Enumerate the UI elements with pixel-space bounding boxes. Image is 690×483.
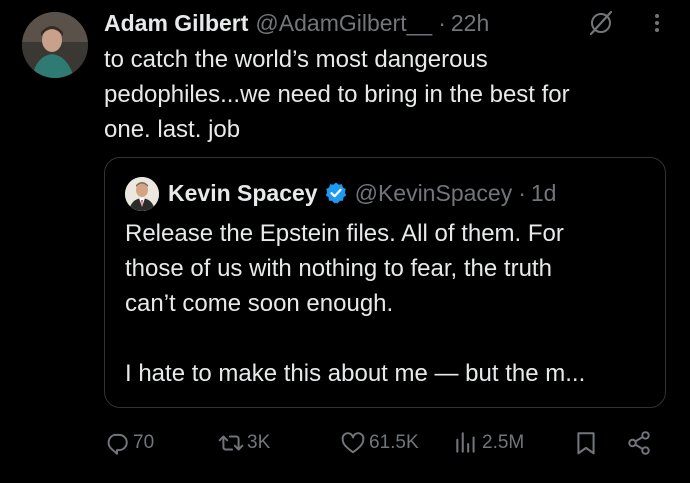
verified-badge-icon <box>324 181 348 205</box>
views-button[interactable]: 2.5M <box>453 424 524 462</box>
bookmark-icon <box>577 432 595 455</box>
author-name[interactable]: Adam Gilbert <box>104 10 248 37</box>
tweet-text-line: one. last. job <box>104 116 241 143</box>
quoted-author-avatar[interactable] <box>125 177 159 211</box>
quoted-author-name[interactable]: Kevin Spacey <box>168 180 318 207</box>
more-icon[interactable] <box>645 8 669 38</box>
quoted-text-line: I hate to make this about me — but the m… <box>125 360 586 387</box>
quoted-text-line: can’t come soon enough. <box>125 290 394 317</box>
quoted-tweet-time[interactable]: 1d <box>531 180 557 207</box>
views-icon <box>456 432 475 453</box>
bookmark-button[interactable] <box>573 424 599 462</box>
quoted-author-handle[interactable]: @KevinSpacey <box>355 180 513 207</box>
tweet-text: to catch the world’s most dangerous pedo… <box>104 42 664 147</box>
grok-icon[interactable] <box>586 8 616 38</box>
repost-count: 3K <box>247 432 271 453</box>
tweet-header: Adam Gilbert @AdamGilbert__ · 22h <box>104 8 489 38</box>
quoted-tweet-header: Kevin Spacey @KevinSpacey · 1d <box>168 176 556 210</box>
author-avatar[interactable] <box>22 12 88 78</box>
tweet-text-line: pedophiles...we need to bring in the bes… <box>104 81 570 108</box>
tweet-time[interactable]: 22h <box>451 10 489 37</box>
quoted-tweet-card[interactable]: Kevin Spacey @KevinSpacey · 1d Release t… <box>104 157 666 408</box>
author-handle[interactable]: @AdamGilbert__ <box>255 10 432 37</box>
like-icon <box>341 432 365 454</box>
like-button[interactable]: 61.5K <box>340 424 419 462</box>
share-button[interactable] <box>626 424 652 462</box>
like-count: 61.5K <box>369 432 419 453</box>
reply-button[interactable]: 70 <box>104 424 154 462</box>
views-count: 2.5M <box>482 432 525 453</box>
share-icon <box>628 431 650 455</box>
quoted-text-line: Release the Epstein files. All of them. … <box>125 220 564 247</box>
tweet-text-line: to catch the world’s most dangerous <box>104 46 488 73</box>
tweet-action-bar: 70 3K 61.5K 2.5M <box>104 424 664 462</box>
repost-icon <box>218 435 244 451</box>
repost-button[interactable]: 3K <box>218 424 270 462</box>
quoted-text-line: those of us with nothing to fear, the tr… <box>125 255 552 282</box>
quoted-tweet-text: Release the Epstein files. All of them. … <box>125 216 650 391</box>
separator-dot: · <box>518 179 526 206</box>
separator-dot: · <box>438 9 446 36</box>
reply-icon <box>107 433 128 455</box>
reply-count: 70 <box>133 432 155 453</box>
